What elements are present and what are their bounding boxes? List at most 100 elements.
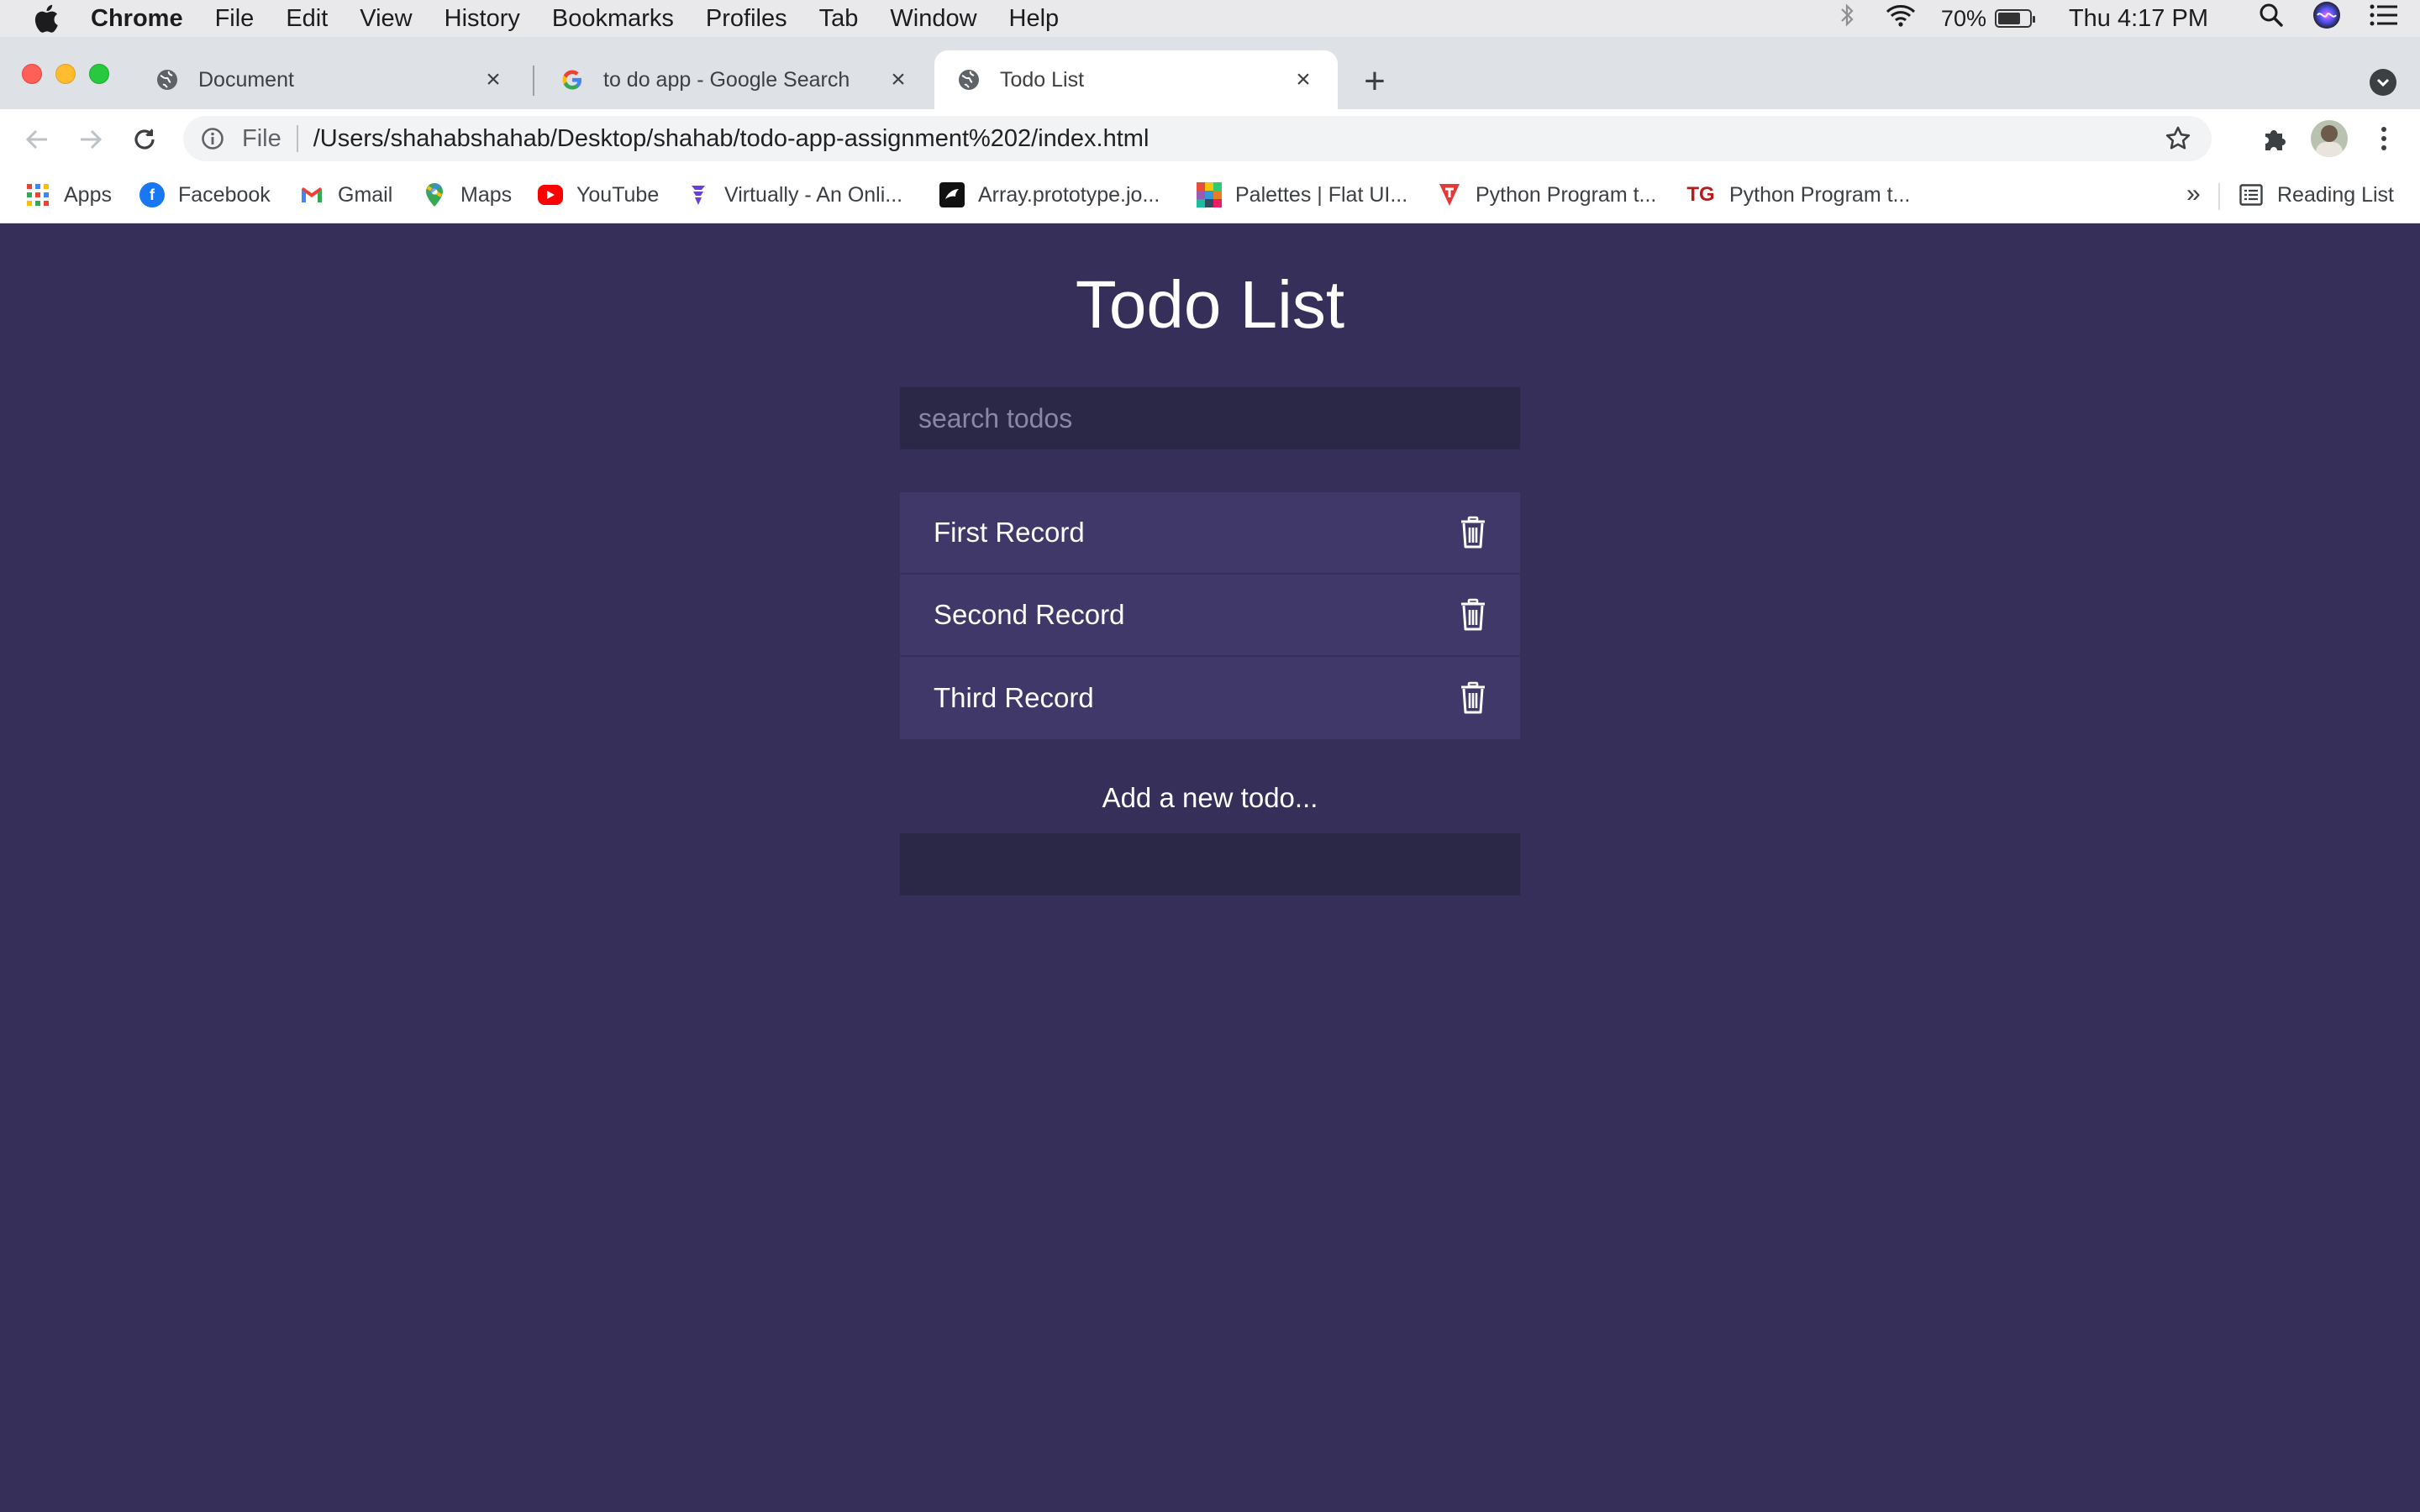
close-tab-icon[interactable]: × xyxy=(886,67,911,92)
more-bookmarks-chevron[interactable]: » xyxy=(2186,180,2201,208)
bookmark-label: YouTube xyxy=(576,182,660,207)
chevron-down-icon xyxy=(2376,78,2390,87)
close-tab-icon[interactable]: × xyxy=(481,67,506,92)
bookmark-facebook[interactable]: f Facebook xyxy=(139,180,271,210)
todo-app-page: Todo List First Record Second Record Thi… xyxy=(0,224,2420,1512)
tab-strip: Document × to do app - Google Search × T… xyxy=(0,37,2420,109)
google-icon xyxy=(560,67,585,92)
omnibox-divider xyxy=(296,125,298,152)
todo-item: First Record xyxy=(900,492,1520,575)
bookmark-python-program-2[interactable]: TG Python Program t... xyxy=(1686,180,1910,210)
extensions-puzzle-icon[interactable] xyxy=(2260,123,2291,154)
bookmark-maps[interactable]: Maps xyxy=(422,180,512,210)
control-center-icon[interactable] xyxy=(2370,3,2398,34)
arrow-right-icon xyxy=(81,129,103,150)
globe-icon xyxy=(155,67,180,92)
tab-title: Document xyxy=(198,67,294,92)
bookmark-gmail[interactable]: Gmail xyxy=(299,180,392,210)
browser-toolbar: File /Users/shahabshahab/Desktop/shahab/… xyxy=(0,109,2420,168)
bookmark-apps[interactable]: Apps xyxy=(25,180,112,210)
trash-icon[interactable] xyxy=(1460,598,1486,632)
reload-button[interactable] xyxy=(128,123,161,156)
menu-help[interactable]: Help xyxy=(1009,5,1060,33)
todo-text: Third Record xyxy=(934,682,1094,713)
mdn-icon xyxy=(939,182,965,207)
bookmark-label: Python Program t... xyxy=(1476,182,1657,207)
bookmark-virtually[interactable]: Virtually - An Onli... xyxy=(686,180,902,210)
menu-file[interactable]: File xyxy=(215,5,255,33)
macos-menubar: Chrome File Edit View History Bookmarks … xyxy=(0,0,2420,37)
flatui-icon xyxy=(1197,182,1222,207)
window-controls xyxy=(22,64,123,84)
tab-todo-list[interactable]: Todo List × xyxy=(934,50,1338,109)
bookmarks-bar: Apps f Facebook Gmail Maps YouTube Virtu… xyxy=(0,168,2420,223)
maps-icon xyxy=(422,182,447,207)
bookmark-python-program-1[interactable]: Python Program t... xyxy=(1437,180,1656,210)
search-todos-input[interactable] xyxy=(900,387,1520,449)
bookmark-label: Array.prototype.jo... xyxy=(978,182,1160,207)
virtually-icon xyxy=(686,182,711,207)
profile-avatar[interactable] xyxy=(2311,120,2348,157)
wifi-icon[interactable] xyxy=(1884,3,1918,34)
tab-title: to do app - Google Search xyxy=(603,67,850,92)
tab-search-button[interactable] xyxy=(2370,69,2396,96)
close-tab-icon[interactable]: × xyxy=(1291,67,1316,92)
bookmark-star-icon[interactable] xyxy=(2165,125,2191,152)
url-text[interactable]: /Users/shahabshahab/Desktop/shahab/todo-… xyxy=(313,125,1150,153)
zoom-window-button[interactable] xyxy=(89,64,109,84)
close-window-button[interactable] xyxy=(22,64,42,84)
add-todo-input[interactable] xyxy=(900,833,1520,895)
youtube-icon xyxy=(538,185,563,205)
back-button[interactable] xyxy=(20,123,54,156)
battery-icon[interactable] xyxy=(1994,9,2035,28)
tab-separator xyxy=(533,66,534,96)
apple-icon[interactable] xyxy=(34,4,59,33)
trash-icon[interactable] xyxy=(1460,681,1486,715)
battery-percent: 70% xyxy=(1940,5,1986,31)
arrow-left-icon xyxy=(25,129,47,150)
menu-edit[interactable]: Edit xyxy=(286,5,328,33)
search-form xyxy=(900,387,1520,449)
todo-item: Second Record xyxy=(900,575,1520,657)
menu-app-name[interactable]: Chrome xyxy=(91,5,183,33)
menubar-clock[interactable]: Thu 4:17 PM xyxy=(2069,5,2208,33)
menu-window[interactable]: Window xyxy=(890,5,976,33)
todo-text: First Record xyxy=(934,517,1085,548)
reload-icon xyxy=(134,129,155,150)
reading-list-button[interactable]: Reading List xyxy=(2238,180,2394,210)
python-t-icon xyxy=(1437,182,1462,207)
todo-text: Second Record xyxy=(934,599,1125,630)
tg-icon: TG xyxy=(1686,183,1715,206)
bookmark-label: Apps xyxy=(64,182,112,207)
siri-icon[interactable] xyxy=(2312,1,2341,36)
spotlight-search-icon[interactable] xyxy=(2259,3,2284,34)
menu-profiles[interactable]: Profiles xyxy=(706,5,787,33)
bookmark-label: Facebook xyxy=(178,182,271,207)
bookmark-array-join[interactable]: Array.prototype.jo... xyxy=(939,180,1160,210)
facebook-icon: f xyxy=(139,182,165,207)
more-menu-icon[interactable] xyxy=(2371,125,2396,152)
info-icon[interactable] xyxy=(200,126,225,151)
bookmark-label: Python Program t... xyxy=(1729,182,1911,207)
status-area: 70% Thu 4:17 PM xyxy=(1810,0,2398,37)
gmail-icon xyxy=(299,182,324,207)
forward-button[interactable] xyxy=(74,123,108,156)
address-bar[interactable]: File /Users/shahabshahab/Desktop/shahab/… xyxy=(183,116,2212,161)
trash-icon[interactable] xyxy=(1460,516,1486,549)
tab-google-search[interactable]: to do app - Google Search × xyxy=(538,50,933,109)
bookmark-label: Gmail xyxy=(338,182,393,207)
page-title: Todo List xyxy=(1075,267,1345,342)
todo-list: First Record Second Record Third Record xyxy=(900,492,1520,739)
menu-view[interactable]: View xyxy=(360,5,412,33)
bookmark-flat-ui-palettes[interactable]: Palettes | Flat UI... xyxy=(1197,180,1407,210)
tab-document[interactable]: Document × xyxy=(133,50,528,109)
url-scheme-label: File xyxy=(242,124,281,152)
bookmark-youtube[interactable]: YouTube xyxy=(538,180,659,210)
minimize-window-button[interactable] xyxy=(55,64,76,84)
bluetooth-icon[interactable] xyxy=(1839,3,1855,34)
menu-bookmarks[interactable]: Bookmarks xyxy=(552,5,674,33)
menu-tab[interactable]: Tab xyxy=(819,5,859,33)
new-tab-button[interactable]: + xyxy=(1358,63,1392,100)
menu-history[interactable]: History xyxy=(445,5,520,33)
reading-list-label: Reading List xyxy=(2277,182,2394,207)
